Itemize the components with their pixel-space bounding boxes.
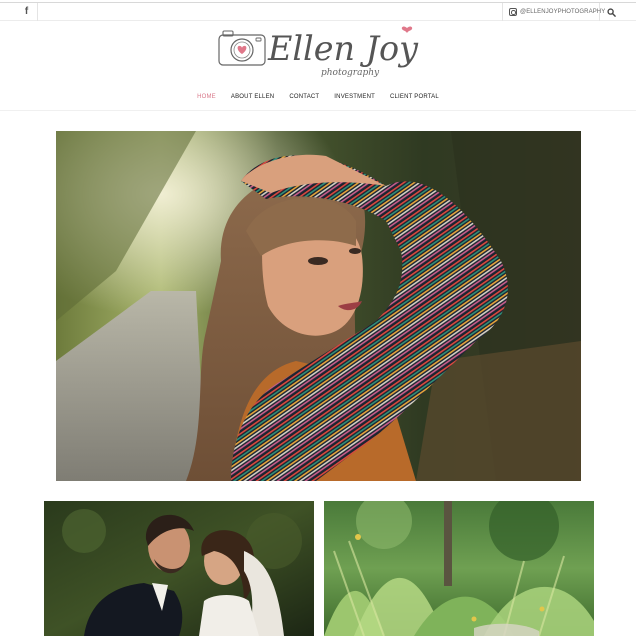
search-button[interactable] bbox=[603, 3, 619, 21]
facebook-icon: f bbox=[24, 6, 29, 17]
garden-photo[interactable] bbox=[324, 501, 594, 636]
site-logo[interactable]: Ellen Joy photography bbox=[216, 20, 426, 84]
wedding-photo[interactable] bbox=[44, 501, 314, 636]
social-topbar: f @ELLENJOYPHOTOGRAPHY bbox=[0, 3, 636, 21]
hero-photo[interactable] bbox=[56, 131, 581, 481]
nav-divider bbox=[0, 110, 636, 111]
nav-client-portal[interactable]: CLIENT PORTAL bbox=[382, 89, 446, 105]
nav-contact[interactable]: CONTACT bbox=[282, 89, 327, 105]
search-icon bbox=[606, 7, 616, 17]
camera-heart-icon bbox=[218, 30, 266, 66]
instagram-icon bbox=[509, 8, 517, 16]
nav-about-ellen[interactable]: ABOUT ELLEN bbox=[223, 89, 281, 105]
instagram-link[interactable]: @ELLENJOYPHOTOGRAPHY bbox=[502, 3, 605, 21]
nav-investment[interactable]: INVESTMENT bbox=[327, 89, 383, 105]
instagram-handle: @ELLENJOYPHOTOGRAPHY bbox=[520, 9, 606, 15]
logo-tagline: photography bbox=[321, 68, 380, 78]
facebook-link[interactable]: f bbox=[16, 3, 38, 21]
main-nav: HOME ABOUT ELLEN CONTACT INVESTMENT CLIE… bbox=[0, 89, 636, 105]
nav-home[interactable]: HOME bbox=[190, 89, 224, 105]
logo-name: Ellen Joy bbox=[267, 29, 419, 69]
